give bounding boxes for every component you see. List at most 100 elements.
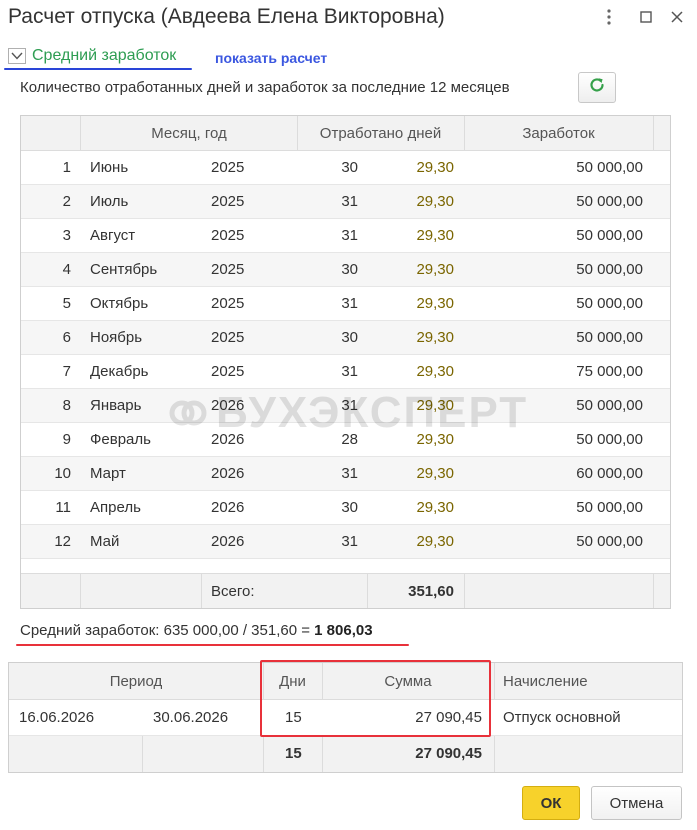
row-calendar-days: 31: [341, 397, 358, 414]
table-row[interactable]: 12 Май 2026 31 29,30 50 000,00: [21, 525, 670, 559]
row-days-worked: 29,30: [416, 533, 454, 550]
row-calendar-days: 30: [341, 261, 358, 278]
column-divider: [322, 736, 323, 772]
header-month-year[interactable]: Месяц, год: [81, 116, 297, 151]
row-earnings: 75 000,00: [576, 363, 643, 380]
header-earnings[interactable]: Заработок: [464, 116, 653, 151]
row-earnings: 50 000,00: [576, 193, 643, 210]
header-days-worked[interactable]: Отработано дней: [297, 116, 464, 151]
table-row[interactable]: 2 Июль 2025 31 29,30 50 000,00: [21, 185, 670, 219]
row-days: 15: [285, 709, 302, 726]
table-row[interactable]: 6 Ноябрь 2025 30 29,30 50 000,00: [21, 321, 670, 355]
column-divider: [653, 573, 654, 608]
total-label: Всего:: [211, 583, 255, 600]
row-year: 2026: [211, 499, 245, 516]
row-month: Июнь: [90, 159, 129, 176]
row-accrual-type: Отпуск основной: [503, 709, 621, 726]
table-row[interactable]: 1 Июнь 2025 30 29,30 50 000,00: [21, 151, 670, 185]
table-row[interactable]: 5 Октябрь 2025 31 29,30 50 000,00: [21, 287, 670, 321]
column-divider: [322, 663, 323, 700]
red-annotation-underline: [16, 644, 409, 646]
row-days-worked: 29,30: [416, 397, 454, 414]
accrual-table: Период Дни Сумма Начисление 16.06.2026 3…: [8, 662, 683, 773]
row-calendar-days: 30: [341, 159, 358, 176]
table-row[interactable]: 4 Сентябрь 2025 30 29,30 50 000,00: [21, 253, 670, 287]
column-divider: [464, 116, 465, 151]
column-divider: [201, 573, 202, 608]
cancel-button[interactable]: Отмена: [591, 786, 682, 820]
row-days-worked: 29,30: [416, 363, 454, 380]
row-year: 2026: [211, 397, 245, 414]
group-label: Средний заработок: [32, 47, 177, 64]
row-amount: 27 090,45: [415, 709, 482, 726]
table-row[interactable]: 7 Декабрь 2025 31 29,30 75 000,00: [21, 355, 670, 389]
row-number: 12: [54, 533, 71, 550]
row-earnings: 50 000,00: [576, 533, 643, 550]
average-earnings-value: 1 806,03: [314, 622, 373, 639]
column-divider: [494, 663, 495, 700]
row-days-worked: 29,30: [416, 329, 454, 346]
average-earnings-formula: Средний заработок: 635 000,00 / 351,60 =…: [20, 622, 373, 639]
column-divider: [653, 116, 654, 151]
more-menu-icon[interactable]: [598, 6, 620, 28]
earnings-table: Месяц, год Отработано дней Заработок 1 Ию…: [20, 115, 671, 609]
accrual-table-footer: 15 27 090,45: [9, 736, 682, 772]
row-year: 2026: [211, 533, 245, 550]
row-earnings: 50 000,00: [576, 329, 643, 346]
show-calculation-link[interactable]: показать расчет: [215, 50, 327, 66]
average-earnings-group-toggle[interactable]: Средний заработок: [8, 45, 176, 67]
row-number: 2: [62, 193, 71, 210]
header-accrual[interactable]: Начисление: [503, 663, 588, 700]
row-month: Август: [90, 227, 136, 244]
row-number: 11: [55, 499, 71, 516]
row-month: Октябрь: [90, 295, 149, 312]
row-calendar-days: 31: [341, 363, 358, 380]
row-earnings: 50 000,00: [576, 261, 643, 278]
table-row[interactable]: 8 Январь 2026 31 29,30 50 000,00: [21, 389, 670, 423]
column-divider: [297, 116, 298, 151]
table-row[interactable]: 11 Апрель 2026 30 29,30 50 000,00: [21, 491, 670, 525]
row-month: Ноябрь: [90, 329, 143, 346]
row-number: 1: [62, 159, 71, 176]
row-days-worked: 29,30: [416, 159, 454, 176]
row-days-worked: 29,30: [416, 261, 454, 278]
total-amount: 27 090,45: [415, 745, 482, 762]
header-amount[interactable]: Сумма: [322, 663, 494, 700]
row-days-worked: 29,30: [416, 295, 454, 312]
row-calendar-days: 30: [341, 499, 358, 516]
row-earnings: 50 000,00: [576, 397, 643, 414]
row-year: 2025: [211, 295, 245, 312]
row-month: Сентябрь: [90, 261, 158, 278]
header-period[interactable]: Период: [9, 663, 263, 700]
row-month: Январь: [90, 397, 142, 414]
row-calendar-days: 30: [341, 329, 358, 346]
maximize-icon[interactable]: [635, 6, 657, 28]
header-days[interactable]: Дни: [263, 663, 322, 700]
row-number: 9: [62, 431, 71, 448]
row-month: Апрель: [90, 499, 141, 516]
table-row[interactable]: 10 Март 2026 31 29,30 60 000,00: [21, 457, 670, 491]
row-earnings: 50 000,00: [576, 499, 643, 516]
window-title: Расчет отпуска (Авдеева Елена Викторовна…: [8, 5, 445, 28]
chevron-down-icon: [8, 48, 26, 64]
row-calendar-days: 31: [341, 227, 358, 244]
row-days-worked: 29,30: [416, 193, 454, 210]
table-row[interactable]: 3 Август 2025 31 29,30 50 000,00: [21, 219, 670, 253]
average-formula-text: Средний заработок: 635 000,00 / 351,60 =: [20, 622, 315, 639]
column-divider: [142, 736, 143, 772]
ok-button[interactable]: ОК: [522, 786, 580, 820]
row-days-worked: 29,30: [416, 431, 454, 448]
table-footer: Всего: 351,60: [21, 573, 670, 608]
table-row[interactable]: 16.06.2026 30.06.2026 15 27 090,45 Отпус…: [9, 700, 682, 736]
row-year: 2025: [211, 261, 245, 278]
row-calendar-days: 31: [341, 193, 358, 210]
column-divider: [80, 116, 81, 151]
refresh-button[interactable]: [578, 72, 616, 103]
accrual-table-header: Период Дни Сумма Начисление: [9, 663, 682, 700]
close-icon[interactable]: [666, 6, 688, 28]
row-month: Май: [90, 533, 120, 550]
column-divider: [494, 736, 495, 772]
row-calendar-days: 31: [341, 533, 358, 550]
table-row[interactable]: 9 Февраль 2026 28 29,30 50 000,00: [21, 423, 670, 457]
period-end-date: 30.06.2026: [153, 709, 229, 726]
